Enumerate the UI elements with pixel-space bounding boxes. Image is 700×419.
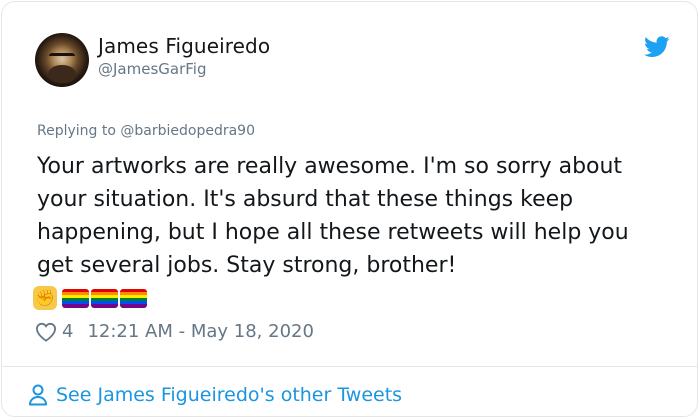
rainbow-flag-icon bbox=[91, 288, 118, 308]
avatar-glasses bbox=[49, 53, 75, 64]
avatar[interactable] bbox=[35, 33, 89, 87]
emoji-row: ✊ bbox=[33, 285, 147, 311]
tweet-timestamp[interactable]: 12:21 AM - May 18, 2020 bbox=[87, 321, 313, 342]
divider bbox=[2, 366, 697, 367]
raised-fist-icon: ✊ bbox=[33, 286, 57, 310]
see-other-tweets-link[interactable]: See James Figueiredo's other Tweets bbox=[28, 384, 402, 406]
replying-to: Replying to @barbiedopedra90 bbox=[37, 123, 255, 139]
avatar-beard bbox=[48, 65, 76, 83]
see-other-tweets-label: See James Figueiredo's other Tweets bbox=[56, 384, 403, 406]
heart-icon[interactable] bbox=[35, 322, 57, 342]
tweet-meta: 4 12:21 AM - May 18, 2020 bbox=[35, 321, 314, 342]
like-count[interactable]: 4 bbox=[62, 321, 73, 342]
author-handle[interactable]: @JamesGarFig bbox=[98, 60, 206, 78]
person-icon bbox=[29, 384, 47, 406]
tweet-card: James Figueiredo @JamesGarFig Replying t… bbox=[1, 1, 698, 417]
tweet-text: Your artworks are really awesome. I'm so… bbox=[37, 154, 629, 278]
author-name[interactable]: James Figueiredo bbox=[98, 34, 270, 58]
replying-prefix: Replying to bbox=[37, 123, 121, 139]
rainbow-flag-icon bbox=[120, 288, 147, 308]
replying-mention-link[interactable]: @barbiedopedra90 bbox=[120, 123, 255, 139]
rainbow-flag-icon bbox=[62, 288, 89, 308]
twitter-bird-icon[interactable] bbox=[644, 36, 670, 58]
